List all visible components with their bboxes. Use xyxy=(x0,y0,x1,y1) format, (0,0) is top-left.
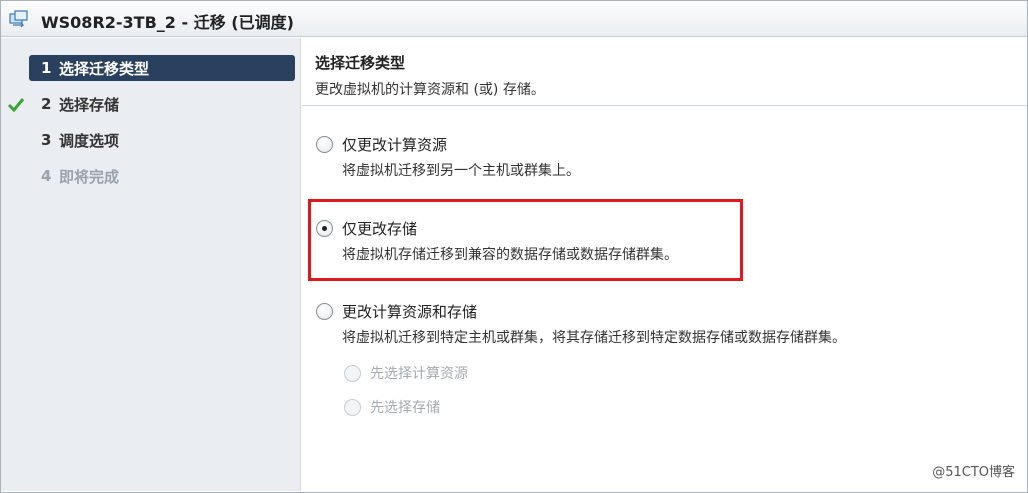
title-bar: WS08R2-3TB_2 - 迁移 (已调度) xyxy=(1,1,1027,37)
step-select-storage[interactable]: 2 选择存储 xyxy=(29,91,295,117)
step-number: 2 xyxy=(41,95,52,113)
radio-storage-first xyxy=(344,399,361,416)
step-label: 选择存储 xyxy=(59,95,120,114)
radio-compute-only[interactable] xyxy=(316,136,333,153)
check-icon xyxy=(7,98,25,113)
step-label: 调度选项 xyxy=(59,131,120,150)
content-header: 选择迁移类型 更改虚拟机的计算资源和 (或) 存储。 xyxy=(302,38,1027,106)
page-subtitle: 更改虚拟机的计算资源和 (或) 存储。 xyxy=(315,82,545,98)
step-number: 3 xyxy=(41,131,52,149)
step-label: 选择迁移类型 xyxy=(59,59,150,78)
migrate-wizard-window: WS08R2-3TB_2 - 迁移 (已调度) 1 选择迁移类型 2 选择存储 … xyxy=(0,0,1028,493)
option-description: 将虚拟机迁移到另一个主机或群集上。 xyxy=(342,163,580,179)
step-select-migration-type[interactable]: 1 选择迁移类型 xyxy=(29,55,295,81)
wizard-steps-sidebar: 1 选择迁移类型 2 选择存储 3 调度选项 4 即将完成 xyxy=(1,38,301,491)
watermark: @51CTO博客 xyxy=(932,465,1015,480)
page-title: 选择迁移类型 xyxy=(315,54,406,72)
sub-option-label: 先选择存储 xyxy=(370,400,440,416)
radio-compute-and-storage[interactable] xyxy=(316,303,333,320)
step-ready-to-complete: 4 即将完成 xyxy=(29,163,295,189)
option-label[interactable]: 仅更改计算资源 xyxy=(342,134,447,155)
sub-option-label: 先选择计算资源 xyxy=(370,366,468,382)
step-number: 4 xyxy=(41,167,52,185)
option-description: 将虚拟机迁移到特定主机或群集，将其存储迁移到特定数据存储或数据存储群集。 xyxy=(342,330,846,346)
highlight-box xyxy=(308,199,743,281)
vm-migrate-icon xyxy=(9,10,28,28)
step-label: 即将完成 xyxy=(59,167,120,186)
option-label[interactable]: 更改计算资源和存储 xyxy=(342,301,477,322)
step-schedule-options[interactable]: 3 调度选项 xyxy=(29,127,295,153)
radio-compute-first xyxy=(344,365,361,382)
step-number: 1 xyxy=(41,59,52,77)
window-title: WS08R2-3TB_2 - 迁移 (已调度) xyxy=(41,13,294,32)
